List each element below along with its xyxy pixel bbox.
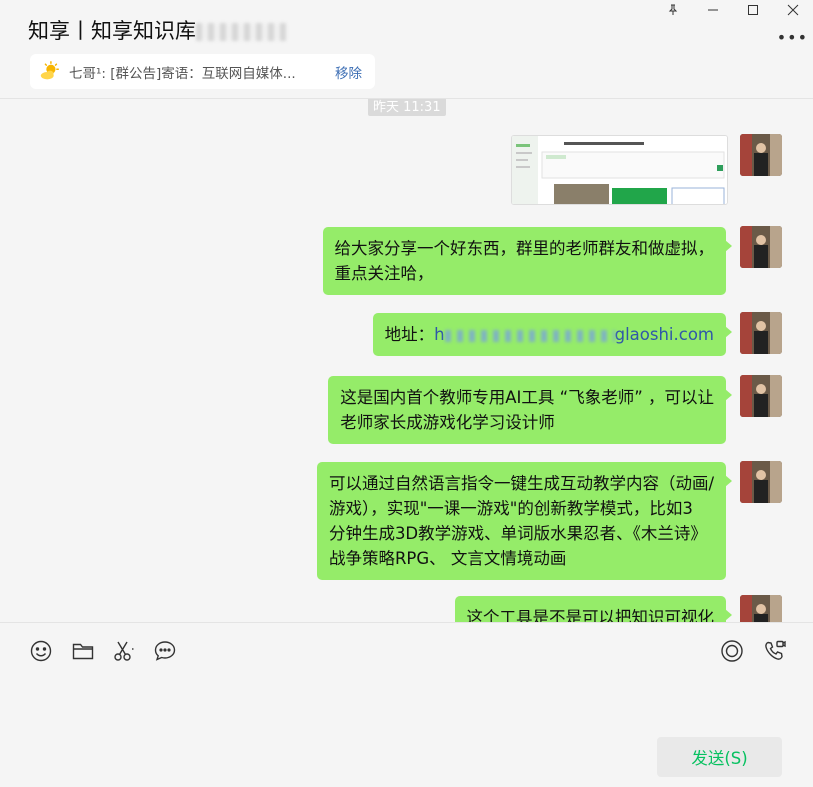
group-notice-bar[interactable]: 七哥¹: [群公告]寄语：互联网自媒体... 移除 (30, 54, 375, 89)
send-file-button[interactable] (71, 639, 95, 663)
chat-title-text: 知享丨知享知识库 (28, 19, 196, 43)
message-list[interactable]: 昨天 11:31 给大家分享一个好东西，群里的老师群友和做虚拟， 重点关注哈， (0, 99, 813, 622)
link-prefix: 地址： (384, 325, 435, 344)
blurred-title-suffix (196, 23, 286, 41)
message-line: 可以通过自然语言指令一键生成互动教学内容（动画/ (328, 474, 714, 493)
scissors-icon (114, 641, 134, 661)
minimize-icon (708, 9, 718, 11)
message-bubble[interactable]: 这是国内首个教师专用AI工具 “飞象老师” ，可以让 老师家长成游戏化学习设计师 (328, 376, 732, 444)
avatar-image (740, 375, 782, 417)
avatar-image (740, 461, 782, 503)
screenshot-button[interactable] (112, 639, 136, 663)
sun-cloud-icon (40, 60, 59, 79)
message-bubble[interactable]: 给大家分享一个好东西，群里的老师群友和做虚拟， 重点关注哈， (322, 227, 732, 295)
close-icon (787, 4, 799, 16)
avatar[interactable] (740, 375, 782, 417)
message-line: 重点关注哈， (334, 264, 434, 283)
remove-notice-button[interactable]: 移除 (335, 62, 362, 82)
link-message-bubble[interactable]: 地址：h glaoshi.com (372, 313, 733, 356)
message-line: 给大家分享一个好东西，群里的老师群友和做虚拟， (334, 239, 715, 258)
close-button[interactable] (773, 0, 813, 20)
image-message[interactable] (511, 135, 728, 205)
message-bubble[interactable]: 这个工具是不是可以把知识可视化 (454, 596, 732, 622)
emoji-icon (30, 640, 52, 662)
message-line: 游戏），实现"一课一游戏"的创新教学模式，比如3 (328, 499, 693, 518)
message-line: 战争策略RPG、 文言文情境动画 (328, 549, 567, 568)
avatar-image (740, 134, 782, 176)
maximize-button[interactable] (733, 0, 773, 20)
pin-icon (668, 4, 678, 15)
emoji-button[interactable] (29, 639, 53, 663)
avatar-image (740, 226, 782, 268)
blurred-url (444, 329, 615, 342)
avatar[interactable] (740, 312, 782, 354)
chat-title: 知享丨知享知识库 (28, 15, 286, 45)
avatar[interactable] (740, 461, 782, 503)
avatar-image (740, 595, 782, 622)
folder-icon (72, 643, 94, 660)
avatar[interactable] (740, 134, 782, 176)
message-line: 这个工具是不是可以把知识可视化 (466, 608, 715, 622)
message-line: 老师家长成游戏化学习设计师 (340, 413, 555, 432)
avatar[interactable] (740, 595, 782, 622)
more-options-button[interactable]: ••• (777, 28, 808, 47)
live-icon (721, 640, 743, 662)
maximize-icon (748, 5, 758, 15)
group-notice-text: 七哥¹: [群公告]寄语：互联网自媒体... (69, 65, 296, 82)
window-controls (653, 0, 813, 20)
avatar[interactable] (740, 226, 782, 268)
voice-call-button[interactable] (762, 639, 786, 663)
live-button[interactable] (720, 639, 744, 663)
chat-bubble-icon (154, 641, 176, 661)
message-timestamp: 昨天 11:31 (368, 99, 446, 116)
link-start: h (434, 325, 445, 344)
message-line: 这是国内首个教师专用AI工具 “飞象老师” ，可以让 (340, 388, 714, 407)
screenshot-thumbnail (512, 136, 727, 204)
avatar-image (740, 312, 782, 354)
message-bubble[interactable]: 可以通过自然语言指令一键生成互动教学内容（动画/ 游戏），实现"一课一游戏"的创… (316, 462, 733, 580)
send-button[interactable]: 发送(S) (657, 737, 782, 777)
minimize-button[interactable] (693, 0, 733, 20)
voice-call-icon (765, 640, 786, 660)
chat-history-button[interactable] (153, 639, 177, 663)
link-end: glaoshi.com (614, 325, 714, 344)
pin-button[interactable] (653, 0, 693, 20)
message-line: 分钟生成3D教学游戏、单词版水果忍者、《木兰诗》 (328, 524, 707, 543)
message-link[interactable]: h glaoshi.com (434, 325, 714, 344)
message-composer[interactable]: 发送(S) (0, 622, 813, 787)
